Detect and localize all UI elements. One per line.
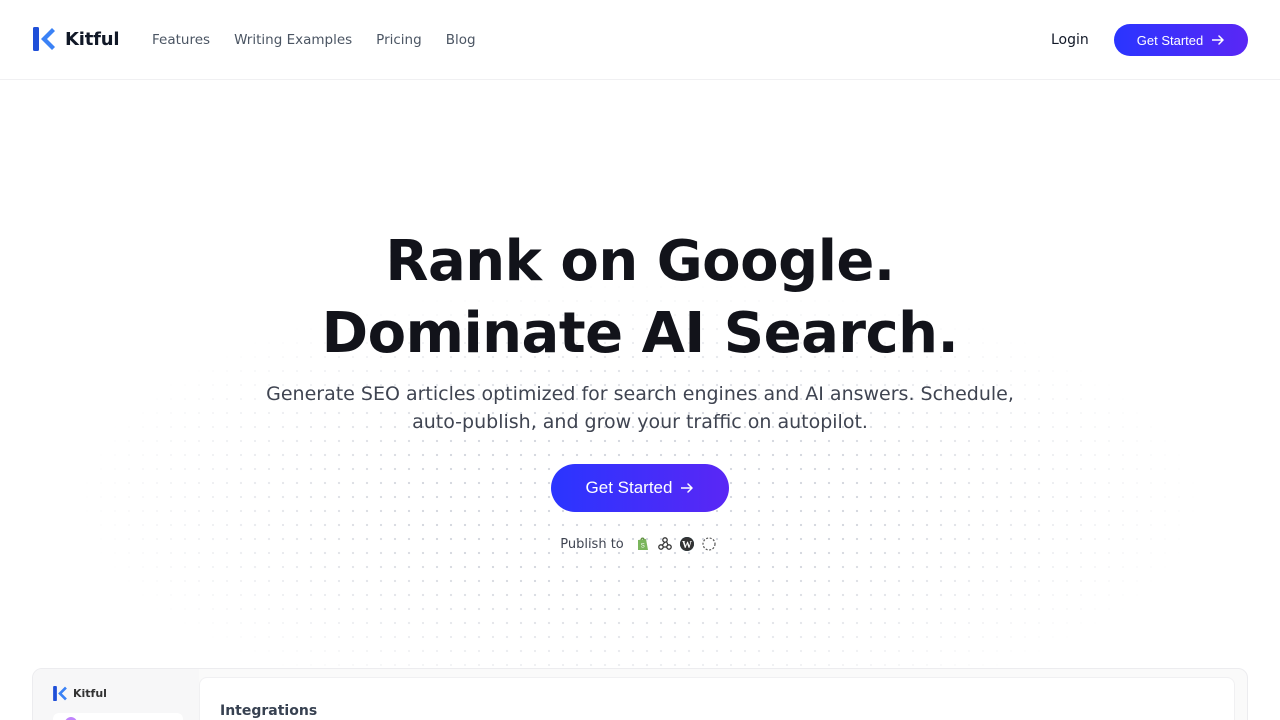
preview-logo: Kitful	[53, 686, 107, 701]
get-started-nav-button[interactable]: Get Started	[1114, 24, 1248, 56]
hero-title-line-1: Rank on Google.	[385, 229, 895, 294]
kitful-logo-icon	[53, 686, 67, 701]
publish-to-row: Publish to S W	[0, 536, 1280, 552]
arrow-right-icon	[1212, 35, 1224, 45]
wordpress-icon: W	[679, 537, 694, 551]
nav-link-blog[interactable]: Blog	[446, 30, 476, 50]
preview-section-title: Integrations	[220, 703, 318, 719]
get-started-nav-label: Get Started	[1136, 32, 1204, 48]
login-link[interactable]: Login	[1051, 30, 1089, 50]
brand-logo[interactable]: Kitful	[33, 27, 120, 51]
dashboard-preview: Kitful Integrations	[32, 668, 1248, 720]
preview-sidebar: Kitful	[33, 669, 199, 720]
shopify-icon: S	[637, 537, 648, 550]
get-started-hero-button[interactable]: Get Started	[551, 464, 729, 512]
hero-title-line-2: Dominate AI Search.	[321, 301, 959, 366]
preview-brand-name: Kitful	[73, 687, 107, 700]
svg-text:W: W	[682, 540, 692, 551]
nav-link-pricing[interactable]: Pricing	[376, 30, 422, 50]
loading-circle-icon	[702, 537, 716, 551]
arrow-right-icon	[681, 483, 694, 493]
webhook-icon	[657, 537, 672, 550]
nav-link-features[interactable]: Features	[152, 30, 210, 50]
preview-main-panel: Integrations	[199, 677, 1235, 720]
primary-nav: Features Writing Examples Pricing Blog	[152, 30, 500, 50]
kitful-logo-icon	[33, 27, 55, 51]
hero-subtitle: Generate SEO articles optimized for sear…	[266, 383, 1014, 433]
brand-name: Kitful	[65, 28, 120, 50]
get-started-hero-label: Get Started	[585, 478, 673, 497]
svg-text:S: S	[641, 544, 645, 550]
nav-link-writing-examples[interactable]: Writing Examples	[234, 30, 352, 50]
publish-to-label: Publish to	[560, 536, 624, 552]
hero-title: Rank on Google. Dominate AI Search.	[0, 226, 1280, 370]
top-navigation: Kitful Features Writing Examples Pricing…	[0, 0, 1280, 80]
